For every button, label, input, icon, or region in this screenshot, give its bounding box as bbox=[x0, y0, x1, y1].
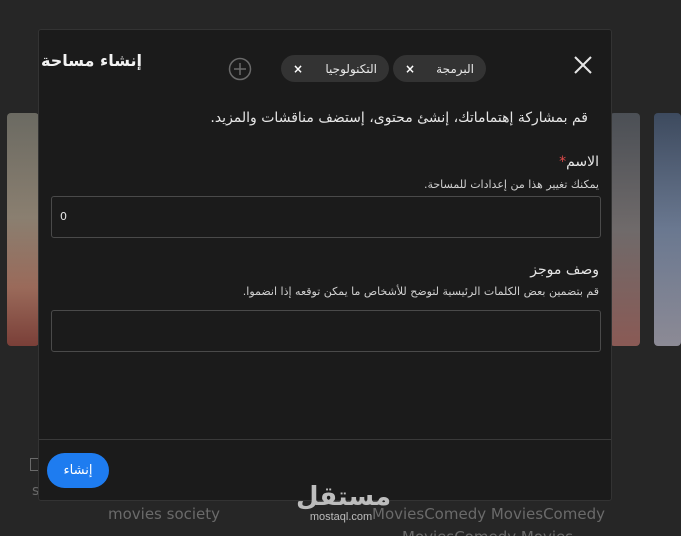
create-space-dialog: إنشاء مساحة × البرمجة × التكنولوجيا قم ب… bbox=[38, 29, 612, 501]
topic-tag-label: البرمجة bbox=[436, 61, 474, 76]
dialog-footer-divider bbox=[39, 439, 611, 440]
name-label-text: الاسم bbox=[566, 154, 599, 170]
plus-circle-icon bbox=[228, 57, 252, 81]
topic-tag-label: التكنولوجيا bbox=[325, 61, 377, 76]
name-field-label: الاسم* bbox=[559, 154, 599, 170]
remove-tag-icon[interactable]: × bbox=[293, 62, 303, 76]
background-card-image[interactable] bbox=[654, 113, 681, 346]
dialog-title: إنشاء مساحة bbox=[41, 51, 142, 70]
topic-tag: × البرمجة bbox=[393, 55, 486, 82]
description-field-label: وصف موجز bbox=[530, 262, 599, 278]
watermark-latin-text: mostaql.com bbox=[309, 511, 373, 523]
background-card-title[interactable]: movies society bbox=[108, 505, 220, 523]
name-input[interactable]: 0 bbox=[51, 196, 601, 238]
remove-tag-icon[interactable]: × bbox=[405, 62, 415, 76]
dialog-intro-text: قم بمشاركة إهتماماتك، إنشئ محتوى، إستضف … bbox=[210, 110, 588, 126]
watermark-logo: مستقل mostaql.com bbox=[296, 482, 392, 523]
close-button[interactable] bbox=[572, 54, 594, 76]
name-field-hint: يمكنك تغيير هذا من إعدادات للمساحة. bbox=[423, 178, 599, 191]
create-button[interactable]: إنشاء bbox=[47, 453, 109, 488]
description-field-hint: قم بتضمين بعض الكلمات الرئيسية لتوضح للأ… bbox=[242, 285, 599, 298]
close-icon bbox=[574, 56, 592, 74]
watermark-arabic-text: مستقل bbox=[296, 482, 392, 512]
add-topic-button[interactable] bbox=[228, 57, 252, 81]
background-card-title[interactable]: MoviesComedy MoviesComedy bbox=[372, 505, 605, 523]
topic-tag: × التكنولوجيا bbox=[281, 55, 389, 82]
background-card-image[interactable] bbox=[610, 113, 640, 346]
description-input[interactable] bbox=[51, 310, 601, 352]
background-card-title[interactable]: MoviesComedy Movies bbox=[402, 528, 573, 536]
background-card-image[interactable] bbox=[7, 113, 39, 346]
